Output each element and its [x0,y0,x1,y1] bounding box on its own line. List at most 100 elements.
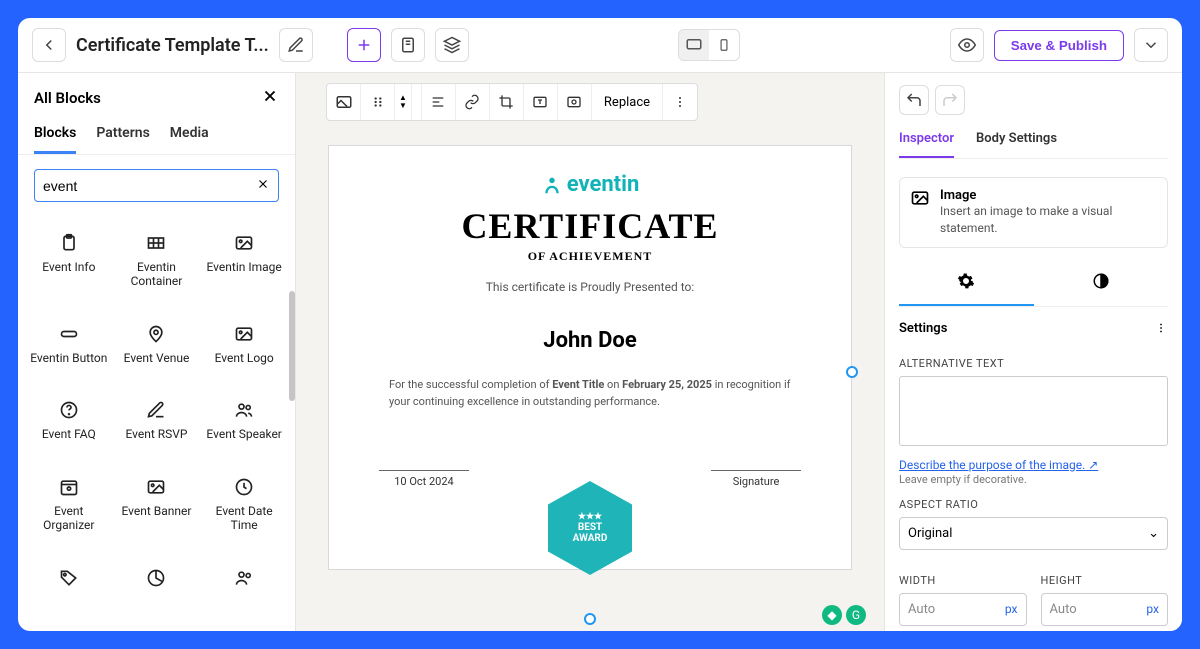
chevron-down-icon: ⌄ [1148,526,1159,541]
certificate-body: For the successful completion of Event T… [379,377,801,410]
settings-tabs [899,262,1168,307]
brand-logo: eventin [379,172,801,197]
image-icon [233,232,255,254]
block-description: Insert an image to make a visual stateme… [940,203,1157,237]
recipient-name: John Doe [379,328,801,353]
block-type-button[interactable] [327,84,361,120]
block-event-venue[interactable]: Event Venue [116,317,198,388]
block-event-speaker[interactable]: Event Speaker [203,393,285,464]
clear-search-button[interactable] [256,176,270,195]
users-icon [233,399,255,421]
help-icon [58,399,80,421]
scrollbar[interactable] [289,291,295,401]
settings-tab-button[interactable] [899,262,1034,306]
link-button[interactable] [456,84,490,120]
back-button[interactable] [32,28,66,62]
resize-handle-right[interactable] [846,366,858,378]
alt-hint: Leave empty if decorative. [899,473,1168,486]
width-input[interactable]: Autopx [899,593,1027,626]
block-search-input[interactable] [34,169,279,202]
status-badge-icon[interactable]: ◆ [822,605,842,625]
device-toggle [678,29,740,61]
inspector-tabs: Inspector Body Settings [899,125,1168,159]
block-event-organizer[interactable]: Event Organizer [28,470,110,555]
button-icon [58,323,80,345]
edit-icon [145,399,167,421]
certificate-subheading: OF ACHIEVEMENT [379,249,801,264]
grammarly-icon[interactable]: G [846,605,866,625]
search-field[interactable] [43,178,256,194]
page-title: Certificate Template T... [76,35,269,56]
save-publish-button[interactable]: Save & Publish [994,30,1124,61]
tab-patterns[interactable]: Patterns [96,115,149,154]
inserter-title: All Blocks [34,89,101,107]
clipboard-icon [58,232,80,254]
grid-icon [145,232,167,254]
tab-media[interactable]: Media [170,115,209,154]
image-icon [145,476,167,498]
styles-tab-button[interactable] [1034,262,1169,306]
editor-canvas[interactable]: ▲▼ Replace eventin CERTIFICATE OF ACHIEV… [296,73,884,631]
move-block[interactable]: ▲▼ [395,84,412,120]
block-item[interactable] [28,561,110,617]
duotone-button[interactable] [558,84,592,120]
redo-button[interactable] [935,85,965,115]
layers-button[interactable] [435,28,469,62]
add-block-button[interactable] [347,28,381,62]
block-inserter-panel: All Blocks Blocks Patterns Media Event I… [18,73,296,631]
block-name: Image [940,188,1157,203]
block-event-rsvp[interactable]: Event RSVP [116,393,198,464]
tag-icon [58,567,80,589]
block-item[interactable] [116,561,198,617]
image-icon [233,323,255,345]
block-event-banner[interactable]: Event Banner [116,470,198,555]
text-overlay-button[interactable] [524,84,558,120]
block-summary: Image Insert an image to make a visual s… [899,177,1168,248]
mobile-view-button[interactable] [709,30,739,60]
aspect-ratio-label: ASPECT RATIO [899,498,1168,511]
crop-button[interactable] [490,84,524,120]
tab-inspector[interactable]: Inspector [899,125,954,158]
replace-button[interactable]: Replace [592,84,663,120]
settings-more-button[interactable] [1154,321,1168,339]
block-event-logo[interactable]: Event Logo [203,317,285,388]
preview-button[interactable] [950,28,984,62]
block-eventin-button[interactable]: Eventin Button [28,317,110,388]
block-eventin-container[interactable]: Eventin Container [116,226,198,311]
desktop-view-button[interactable] [679,30,709,60]
main-area: All Blocks Blocks Patterns Media Event I… [18,73,1182,631]
alt-text-label: ALTERNATIVE TEXT [899,357,1168,370]
alt-help-link[interactable]: Describe the purpose of the image. ↗ [899,458,1098,472]
block-event-info[interactable]: Event Info [28,226,110,311]
topbar: Certificate Template T... Save & Publish [18,18,1182,73]
tab-body-settings[interactable]: Body Settings [976,125,1057,158]
block-event-faq[interactable]: Event FAQ [28,393,110,464]
resize-handle-bottom[interactable] [584,613,596,625]
presented-line: This certificate is Proudly Presented to… [379,280,801,294]
edit-title-button[interactable] [279,28,313,62]
tab-blocks[interactable]: Blocks [34,115,76,154]
inserter-tabs: Blocks Patterns Media [18,115,295,155]
footer-signature: Signature [711,470,801,488]
undo-button[interactable] [899,85,929,115]
save-options-dropdown[interactable] [1134,28,1168,62]
inspector-panel: Inspector Body Settings Image Insert an … [884,73,1182,631]
drag-handle[interactable] [361,84,395,120]
aspect-ratio-select[interactable]: Original ⌄ [899,517,1168,550]
block-event-datetime[interactable]: Event Date Time [203,470,285,555]
align-button[interactable] [422,84,456,120]
certificate-preview[interactable]: eventin CERTIFICATE OF ACHIEVEMENT This … [328,145,852,570]
award-badge: ★★★ BEST AWARD [548,481,632,575]
certificate-heading: CERTIFICATE [379,205,801,247]
block-eventin-image[interactable]: Eventin Image [203,226,285,311]
more-options-button[interactable] [663,84,697,120]
width-label: WIDTH [899,574,1027,587]
calendar-icon [58,476,80,498]
block-results-grid: Event Info Eventin Container Eventin Ima… [18,212,295,631]
document-overview-button[interactable] [391,28,425,62]
height-input[interactable]: Autopx [1041,593,1169,626]
alt-text-input[interactable] [899,376,1168,446]
close-inserter-button[interactable] [261,87,279,109]
block-item[interactable] [203,561,285,617]
image-icon [910,188,930,212]
